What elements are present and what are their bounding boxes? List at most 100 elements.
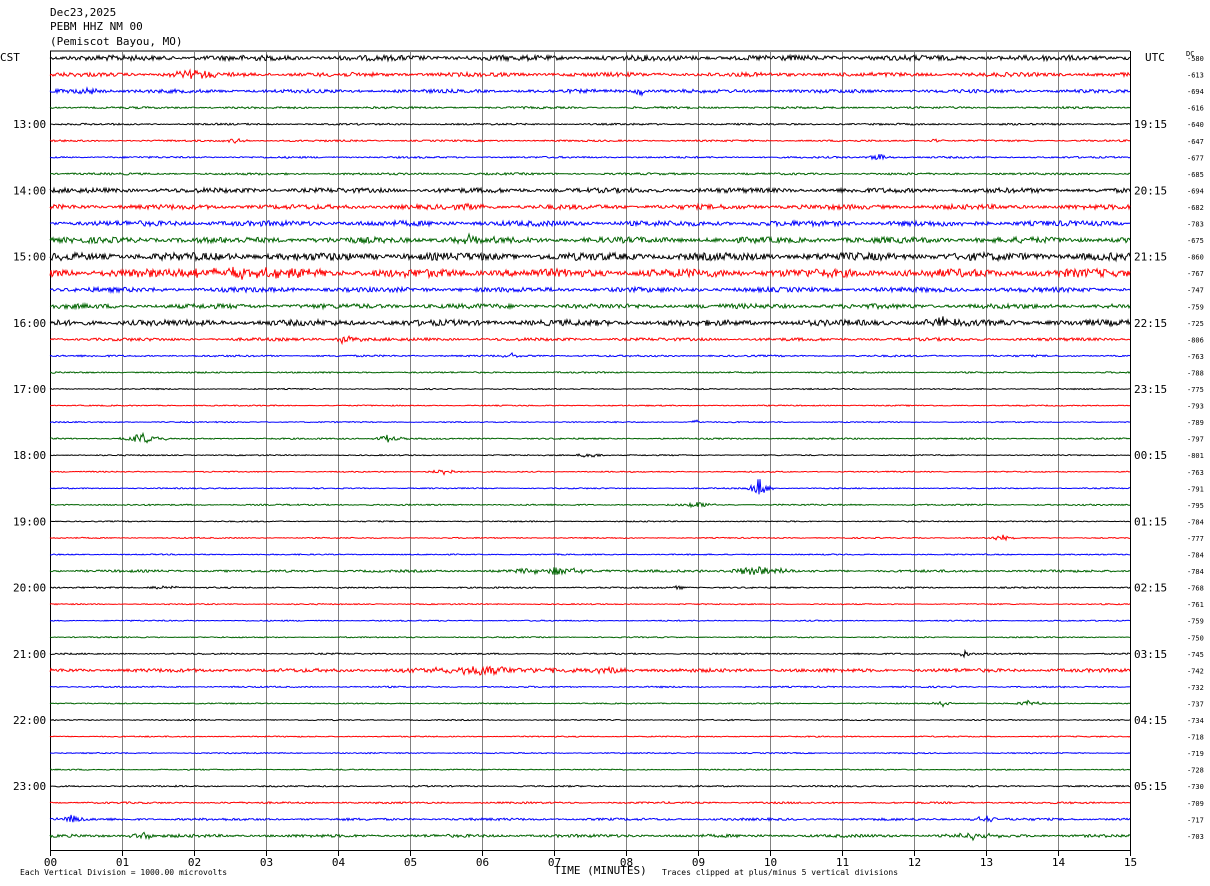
left-hour-label: 23:00 xyxy=(13,780,46,793)
trace-row xyxy=(49,154,1131,161)
trace-row xyxy=(49,751,1131,755)
dc-offset-label: -737 xyxy=(1187,700,1204,708)
trace-row xyxy=(49,665,1131,677)
trace-row xyxy=(49,479,1130,495)
right-hour-label: 19:15 xyxy=(1134,118,1167,131)
right-hour-label: 21:15 xyxy=(1134,251,1167,264)
dc-offset-label: -647 xyxy=(1187,138,1204,146)
dc-offset-label: -784 xyxy=(1187,568,1204,576)
dc-offset-label: -732 xyxy=(1187,684,1204,692)
x-axis-label: TIME (MINUTES) xyxy=(554,864,647,877)
left-hour-label: 21:00 xyxy=(13,648,46,661)
dc-offset-label: -685 xyxy=(1187,171,1204,179)
dc-offset-label: -763 xyxy=(1187,353,1204,361)
trace-row xyxy=(49,68,1131,79)
dc-offset-label: -747 xyxy=(1187,287,1204,295)
dc-offset-label: -775 xyxy=(1187,386,1204,394)
dc-offset-label: -613 xyxy=(1187,72,1204,80)
left-hour-label: 17:00 xyxy=(13,383,46,396)
trace-row xyxy=(49,768,1131,771)
x-tick-label: 06 xyxy=(476,856,489,869)
trace-row xyxy=(49,831,1131,842)
trace-row xyxy=(49,784,1131,788)
right-hour-label: 01:15 xyxy=(1134,515,1167,528)
right-hour-label: 02:15 xyxy=(1134,582,1167,595)
dc-offset-label: -759 xyxy=(1187,618,1204,626)
dc-offset-label: -616 xyxy=(1187,105,1204,113)
trace-row xyxy=(49,202,1131,212)
left-hour-label: 22:00 xyxy=(13,714,46,727)
dc-offset-label: -580 xyxy=(1187,55,1204,63)
trace-row xyxy=(49,534,1130,542)
x-tick-label: 14 xyxy=(1052,856,1066,869)
dc-offset-label: -719 xyxy=(1187,750,1204,758)
right-timezone-label: UTC xyxy=(1145,51,1165,64)
trace-row xyxy=(50,171,1131,176)
trace-row xyxy=(49,648,1131,659)
dc-offset-label: -793 xyxy=(1187,403,1204,411)
dc-offset-label: -801 xyxy=(1187,452,1204,460)
dc-offset-label: -789 xyxy=(1187,419,1204,427)
trace-row xyxy=(50,404,1131,407)
grid-layer xyxy=(50,50,1131,850)
dc-offset-label: -717 xyxy=(1187,816,1204,824)
x-tick-label: 15 xyxy=(1124,856,1137,869)
dc-offset-label: -709 xyxy=(1187,800,1204,808)
dc-offset-label: -791 xyxy=(1187,485,1204,493)
dc-offset-label: -784 xyxy=(1187,552,1204,560)
right-hour-label: 22:15 xyxy=(1134,317,1167,330)
dc-offset-label: -734 xyxy=(1187,717,1204,725)
trace-row xyxy=(49,137,1131,144)
trace-row xyxy=(49,370,1131,374)
trace-row xyxy=(49,602,1131,606)
trace-row xyxy=(49,431,1131,444)
trace-row xyxy=(49,553,1131,556)
trace-row xyxy=(49,566,1131,576)
dc-offset-label: -703 xyxy=(1187,833,1204,841)
trace-row xyxy=(49,316,1131,328)
dc-offset-label: -788 xyxy=(1187,369,1204,377)
x-tick-label: 12 xyxy=(908,856,921,869)
x-tick-label: 05 xyxy=(404,856,417,869)
left-hour-label: 14:00 xyxy=(13,184,46,197)
trace-row xyxy=(49,266,1131,280)
labels-layer: -580 -613 -694 -616 -640 -647 -677 -685 -694 -682… xyxy=(13,55,1204,841)
dc-offset-label: -763 xyxy=(1187,469,1204,477)
right-hour-label: 04:15 xyxy=(1134,714,1167,727)
footer-clip: Traces clipped at plus/minus 5 vertical … xyxy=(662,868,898,877)
left-hour-label: 13:00 xyxy=(13,118,46,131)
trace-row xyxy=(49,584,1131,591)
trace-row xyxy=(49,419,1131,424)
dc-offset-label: -677 xyxy=(1187,154,1204,162)
trace-row xyxy=(49,635,1131,639)
trace-row xyxy=(49,699,1131,708)
trace-row xyxy=(49,250,1131,263)
right-hour-label: 03:15 xyxy=(1134,648,1167,661)
dc-offset-label: -860 xyxy=(1187,254,1204,262)
trace-row xyxy=(49,285,1131,294)
dc-offset-label: -797 xyxy=(1187,436,1204,444)
dc-offset-label: -694 xyxy=(1187,88,1204,96)
dc-offset-label: -682 xyxy=(1187,204,1204,212)
trace-row xyxy=(49,685,1131,689)
dc-offset-label: -795 xyxy=(1187,502,1204,510)
dc-offset-label: -728 xyxy=(1187,767,1204,775)
trace-row xyxy=(49,352,1131,358)
dc-offset-label: -694 xyxy=(1187,187,1204,195)
left-hour-label: 16:00 xyxy=(13,317,46,330)
dc-offset-label: -742 xyxy=(1187,667,1204,675)
left-hour-label: 15:00 xyxy=(13,251,46,264)
trace-row xyxy=(49,469,1131,476)
trace-row xyxy=(49,105,1131,110)
trace-row xyxy=(49,53,1131,63)
dc-offset-label: -640 xyxy=(1187,121,1204,129)
x-tick-label: 13 xyxy=(980,856,993,869)
trace-row xyxy=(49,800,1130,805)
right-hour-label: 00:15 xyxy=(1134,449,1167,462)
header-date: Dec23,2025 xyxy=(50,6,116,19)
left-hour-label: 19:00 xyxy=(13,515,46,528)
helicorder-chart: Dec23,2025 PEBM HHZ NM 00 (Pemiscot Bayo… xyxy=(0,6,1204,877)
trace-row xyxy=(49,86,1131,97)
dc-offset-label: -730 xyxy=(1187,783,1204,791)
dc-offset-label: -759 xyxy=(1187,303,1204,311)
